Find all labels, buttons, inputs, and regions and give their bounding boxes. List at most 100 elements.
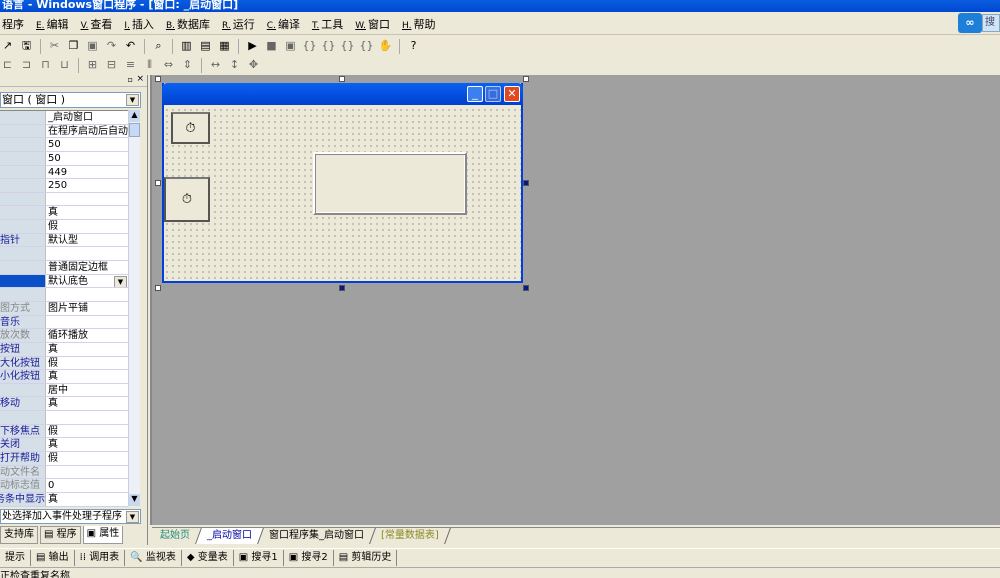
property-value[interactable]: [46, 193, 128, 206]
property-row[interactable]: [0, 192, 128, 207]
property-row[interactable]: 大化按钮假: [0, 356, 128, 371]
resize-handle[interactable]: [155, 76, 161, 82]
doc-tab[interactable]: _启动窗口: [196, 528, 264, 544]
debug-icon[interactable]: ▣: [283, 39, 298, 53]
same-width-icon[interactable]: ⇔: [161, 58, 176, 72]
scroll-thumb[interactable]: [129, 123, 140, 137]
property-value[interactable]: 默认底色 ▼: [46, 275, 128, 288]
menu-item[interactable]: C. 编译: [267, 16, 300, 32]
property-row[interactable]: 50: [0, 151, 128, 166]
property-row[interactable]: 关闭真: [0, 438, 128, 453]
resize-handle[interactable]: [523, 180, 529, 186]
property-row[interactable]: 下移焦点假: [0, 424, 128, 439]
menu-item[interactable]: B. 数据库: [166, 16, 210, 32]
scroll-up-icon[interactable]: ▲: [129, 110, 140, 122]
close-icon[interactable]: ✕: [504, 86, 520, 102]
chevron-down-icon[interactable]: ▼: [126, 511, 139, 523]
layout2-icon[interactable]: ▤: [198, 39, 213, 53]
timer-control[interactable]: ⏱: [171, 112, 210, 144]
property-value[interactable]: [46, 316, 128, 329]
tab-program[interactable]: ▤ 程序: [40, 526, 81, 544]
label-control[interactable]: [313, 152, 467, 215]
tab-properties[interactable]: ▣ 属性: [82, 526, 124, 544]
paste-icon[interactable]: ▣: [85, 39, 100, 53]
timer-control[interactable]: ⏱: [164, 177, 210, 222]
property-value[interactable]: 默认型: [46, 234, 128, 247]
property-row[interactable]: _启动窗口: [0, 111, 128, 125]
center-h-icon[interactable]: ⊞: [85, 58, 100, 72]
close-icon[interactable]: ×: [136, 74, 144, 84]
property-value[interactable]: 假: [46, 425, 128, 438]
tab-library[interactable]: 支持库: [0, 526, 38, 544]
space-h-icon[interactable]: ≡: [123, 58, 138, 72]
align-right-icon[interactable]: ⊐: [19, 58, 34, 72]
property-row[interactable]: 50: [0, 138, 128, 152]
doc-tab[interactable]: 窗口程序集_启动窗口: [258, 528, 376, 544]
property-value[interactable]: 50: [46, 152, 128, 165]
property-row[interactable]: 动文件名: [0, 465, 128, 480]
property-row[interactable]: [0, 247, 128, 262]
object-selector[interactable]: 窗口 ( 窗口 ) ▼: [0, 92, 141, 108]
property-row[interactable]: 小化按钮真: [0, 370, 128, 384]
property-value[interactable]: 居中: [46, 384, 128, 397]
property-value[interactable]: 假: [46, 357, 128, 370]
run-icon[interactable]: ▶: [245, 39, 260, 53]
space-v-icon[interactable]: ⦀: [142, 58, 157, 72]
property-value[interactable]: [46, 411, 128, 424]
property-value[interactable]: 真: [46, 343, 128, 356]
resize-handle[interactable]: [523, 76, 529, 82]
bottom-tab[interactable]: 提示: [0, 550, 31, 566]
menu-item[interactable]: W. 窗口: [355, 16, 390, 32]
property-row[interactable]: 250: [0, 179, 128, 193]
layout1-icon[interactable]: ▥: [179, 39, 194, 53]
bottom-tab[interactable]: 🔍 监视表: [125, 550, 182, 566]
property-value[interactable]: 真: [46, 438, 128, 451]
size-both-icon[interactable]: ✥: [246, 58, 261, 72]
property-row[interactable]: 务条中显示真: [0, 492, 128, 507]
property-value[interactable]: 250: [46, 179, 128, 192]
scroll-down-icon[interactable]: ▼: [129, 494, 140, 506]
minimize-icon[interactable]: _: [467, 86, 483, 102]
resize-handle[interactable]: [155, 180, 161, 186]
property-row[interactable]: 放次数 循环播放: [0, 329, 128, 343]
menu-item[interactable]: T. 工具: [312, 16, 343, 32]
property-value[interactable]: 真: [46, 397, 128, 410]
bottom-tab[interactable]: ▣ 搜寻2: [284, 550, 334, 566]
undo-icon[interactable]: ↶: [123, 39, 138, 53]
size-h-icon[interactable]: ↕: [227, 58, 242, 72]
resize-handle[interactable]: [155, 285, 161, 291]
menu-item[interactable]: R. 运行: [222, 16, 255, 32]
property-row[interactable]: 真: [0, 206, 128, 221]
property-value[interactable]: 0: [46, 479, 128, 492]
event-selector[interactable]: 处选择加入事件处理子程序 ▼: [0, 509, 141, 524]
maximize-icon[interactable]: □: [485, 86, 501, 102]
run-to-icon[interactable]: {}: [359, 39, 374, 53]
doc-tab[interactable]: [常量数据表]: [370, 528, 451, 544]
resize-handle[interactable]: [339, 76, 345, 82]
property-value[interactable]: 循环播放: [46, 329, 128, 342]
center-v-icon[interactable]: ⊟: [104, 58, 119, 72]
hand-icon[interactable]: ✋: [378, 39, 393, 53]
property-value[interactable]: _启动窗口: [46, 111, 128, 124]
find-icon[interactable]: ⌕: [151, 39, 166, 53]
resize-handle[interactable]: [523, 285, 529, 291]
chevron-down-icon[interactable]: ▼: [114, 275, 127, 288]
help-icon[interactable]: ?: [406, 39, 421, 53]
step-over-icon[interactable]: {}: [321, 39, 336, 53]
property-row[interactable]: 音乐: [0, 315, 128, 330]
property-row[interactable]: 指针 默认型: [0, 233, 128, 248]
step-in-icon[interactable]: {}: [302, 39, 317, 53]
doc-tab[interactable]: 起始页: [149, 528, 202, 544]
property-value[interactable]: [46, 466, 128, 479]
stop-icon[interactable]: ■: [264, 39, 279, 53]
save-icon[interactable]: 🖫: [19, 39, 34, 53]
menu-item[interactable]: E. 编辑: [36, 16, 69, 32]
redo-icon[interactable]: ↷: [104, 39, 119, 53]
bottom-tab[interactable]: ◆ 变量表: [182, 550, 234, 566]
property-row[interactable]: 449: [0, 165, 128, 180]
property-value[interactable]: 449: [46, 166, 128, 179]
property-value[interactable]: [46, 288, 128, 301]
menu-item[interactable]: 程序: [0, 16, 24, 32]
restore-icon[interactable]: ▫: [128, 75, 133, 84]
property-value[interactable]: 假: [46, 452, 128, 465]
